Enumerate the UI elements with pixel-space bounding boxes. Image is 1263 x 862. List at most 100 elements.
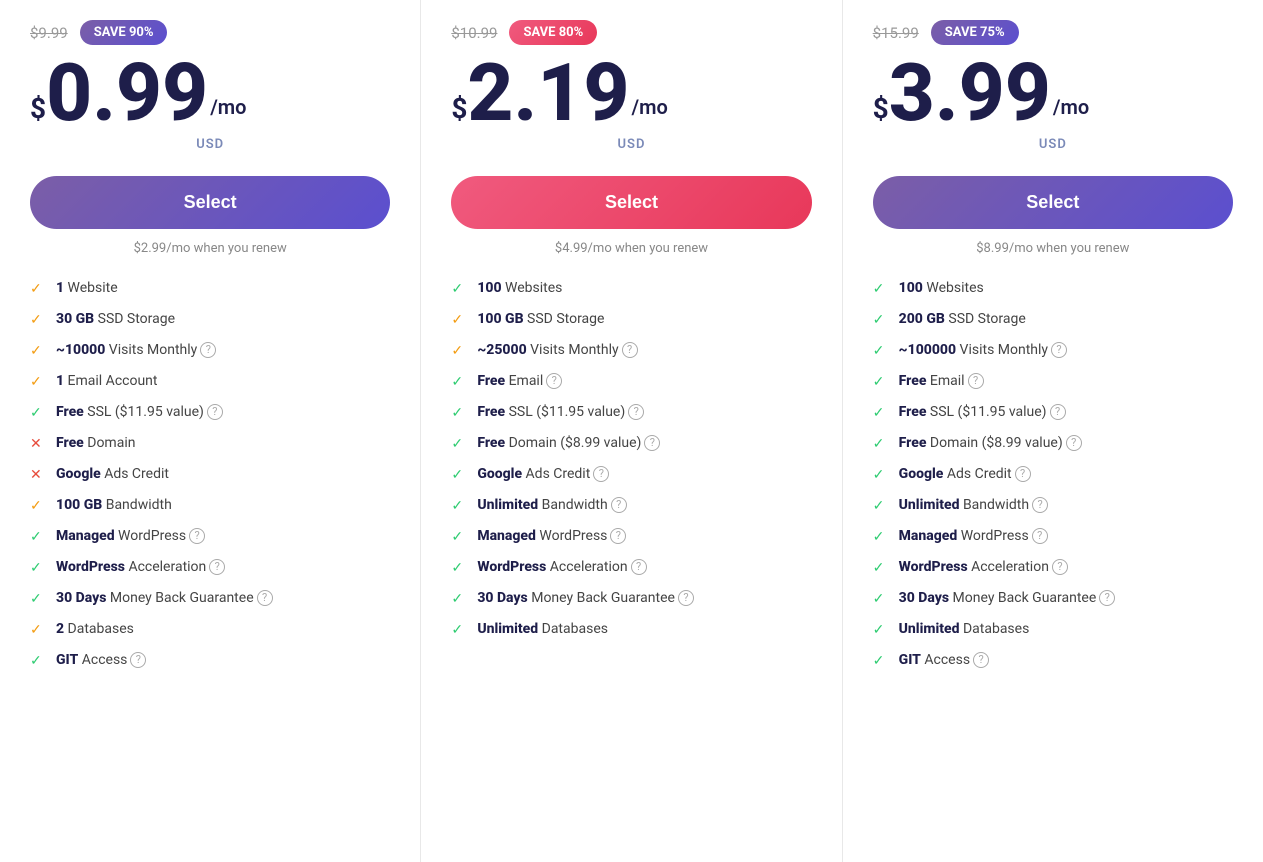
feature-bold: Free bbox=[899, 435, 927, 451]
per-month: /mo bbox=[210, 95, 246, 133]
info-icon[interactable]: ? bbox=[1099, 590, 1115, 606]
feature-bold: 200 GB bbox=[899, 311, 945, 327]
info-icon[interactable]: ? bbox=[1032, 528, 1048, 544]
select-button-basic[interactable]: Select bbox=[30, 176, 390, 229]
feature-bold: Managed bbox=[899, 528, 958, 544]
check-icon: ✓ bbox=[873, 436, 891, 452]
currency-symbol: $ bbox=[873, 95, 889, 133]
feature-item: ✕Free Domain bbox=[30, 435, 390, 452]
feature-bold: 30 Days bbox=[56, 590, 106, 606]
info-icon[interactable]: ? bbox=[973, 652, 989, 668]
check-icon: ✓ bbox=[30, 653, 48, 669]
feature-item: ✓Free Email? bbox=[451, 373, 811, 390]
feature-text: 100 GB SSD Storage bbox=[477, 311, 811, 327]
feature-item: ✓200 GB SSD Storage bbox=[873, 311, 1233, 328]
feature-item: ✓Free SSL ($11.95 value)? bbox=[30, 404, 390, 421]
feature-text: Free Domain bbox=[56, 435, 390, 451]
feature-bold: ~10000 bbox=[56, 342, 105, 358]
feature-bold: Google bbox=[899, 466, 944, 482]
check-icon: ✓ bbox=[873, 374, 891, 390]
original-price: $9.99 bbox=[30, 24, 68, 42]
feature-text: 1 Email Account bbox=[56, 373, 390, 389]
feature-bold: GIT bbox=[56, 652, 78, 668]
check-icon: ✓ bbox=[451, 343, 469, 359]
check-icon: ✓ bbox=[451, 529, 469, 545]
feature-item: ✓ Unlimited Databases bbox=[451, 621, 811, 638]
info-icon[interactable]: ? bbox=[644, 435, 660, 451]
feature-text: Managed WordPress? bbox=[56, 528, 390, 544]
info-icon[interactable]: ? bbox=[1051, 342, 1067, 358]
feature-item: ✓2 Databases bbox=[30, 621, 390, 638]
feature-text: Unlimited Databases bbox=[477, 621, 811, 637]
feature-text: Free Domain ($8.99 value)? bbox=[899, 435, 1233, 451]
feature-bold: Free bbox=[899, 404, 927, 420]
info-icon[interactable]: ? bbox=[1032, 497, 1048, 513]
info-icon[interactable]: ? bbox=[610, 528, 626, 544]
plan-header: $9.99 SAVE 90% bbox=[30, 20, 390, 45]
feature-item: ✓WordPress Acceleration? bbox=[873, 559, 1233, 576]
feature-text: 200 GB SSD Storage bbox=[899, 311, 1233, 327]
info-icon[interactable]: ? bbox=[678, 590, 694, 606]
feature-text: 30 Days Money Back Guarantee? bbox=[56, 590, 390, 606]
feature-text: 30 Days Money Back Guarantee? bbox=[899, 590, 1233, 606]
price-row: $2.19/mo bbox=[451, 53, 811, 133]
check-icon: ✓ bbox=[451, 436, 469, 452]
info-icon[interactable]: ? bbox=[189, 528, 205, 544]
check-icon: ✓ bbox=[873, 622, 891, 638]
info-icon[interactable]: ? bbox=[546, 373, 562, 389]
main-price: 2.19 bbox=[467, 53, 629, 133]
feature-text: Google Ads Credit? bbox=[899, 466, 1233, 482]
feature-text: GIT Access? bbox=[56, 652, 390, 668]
feature-item: ✓ GIT Access? bbox=[30, 652, 390, 669]
info-icon[interactable]: ? bbox=[209, 559, 225, 575]
info-icon[interactable]: ? bbox=[207, 404, 223, 420]
feature-text: ~100000 Visits Monthly? bbox=[899, 342, 1233, 358]
check-icon: ✓ bbox=[873, 498, 891, 514]
check-icon: ✓ bbox=[873, 467, 891, 483]
feature-item: ✓Free Email? bbox=[873, 373, 1233, 390]
feature-bold: ~100000 bbox=[899, 342, 956, 358]
check-icon: ✓ bbox=[873, 653, 891, 669]
per-month: /mo bbox=[632, 95, 668, 133]
feature-bold: 100 bbox=[899, 280, 923, 296]
check-icon: ✓ bbox=[30, 405, 48, 421]
info-icon[interactable]: ? bbox=[1066, 435, 1082, 451]
feature-item: ✓Unlimited Bandwidth? bbox=[451, 497, 811, 514]
info-icon[interactable]: ? bbox=[593, 466, 609, 482]
renew-note: $8.99/mo when you renew bbox=[873, 241, 1233, 256]
info-icon[interactable]: ? bbox=[200, 342, 216, 358]
feature-bold: 100 bbox=[477, 280, 501, 296]
info-icon[interactable]: ? bbox=[1052, 559, 1068, 575]
feature-bold: 2 bbox=[56, 621, 64, 637]
feature-bold: 30 Days bbox=[477, 590, 527, 606]
feature-text: WordPress Acceleration? bbox=[56, 559, 390, 575]
check-icon: ✓ bbox=[873, 405, 891, 421]
info-icon[interactable]: ? bbox=[968, 373, 984, 389]
original-price: $10.99 bbox=[451, 24, 497, 42]
select-button-premium[interactable]: Select bbox=[451, 176, 811, 229]
feature-bold: Free bbox=[899, 373, 927, 389]
info-icon[interactable]: ? bbox=[1050, 404, 1066, 420]
feature-item: ✓Managed WordPress? bbox=[873, 528, 1233, 545]
info-icon[interactable]: ? bbox=[622, 342, 638, 358]
check-icon: ✓ bbox=[451, 498, 469, 514]
check-icon: ✓ bbox=[873, 591, 891, 607]
feature-item: ✓Free SSL ($11.95 value)? bbox=[451, 404, 811, 421]
check-icon: ✓ bbox=[451, 622, 469, 638]
feature-text: 100 Websites bbox=[899, 280, 1233, 296]
select-button-business[interactable]: Select bbox=[873, 176, 1233, 229]
feature-text: Free SSL ($11.95 value)? bbox=[477, 404, 811, 420]
info-icon[interactable]: ? bbox=[257, 590, 273, 606]
feature-item: ✓Free SSL ($11.95 value)? bbox=[873, 404, 1233, 421]
feature-item: ✓100 GB Bandwidth bbox=[30, 497, 390, 514]
check-icon: ✓ bbox=[451, 591, 469, 607]
info-icon[interactable]: ? bbox=[130, 652, 146, 668]
info-icon[interactable]: ? bbox=[1015, 466, 1031, 482]
info-icon[interactable]: ? bbox=[631, 559, 647, 575]
info-icon[interactable]: ? bbox=[628, 404, 644, 420]
feature-item: ✓100 Websites bbox=[873, 280, 1233, 297]
check-icon: ✓ bbox=[30, 498, 48, 514]
info-icon[interactable]: ? bbox=[611, 497, 627, 513]
save-badge: SAVE 90% bbox=[80, 20, 168, 45]
check-icon: ✓ bbox=[451, 374, 469, 390]
